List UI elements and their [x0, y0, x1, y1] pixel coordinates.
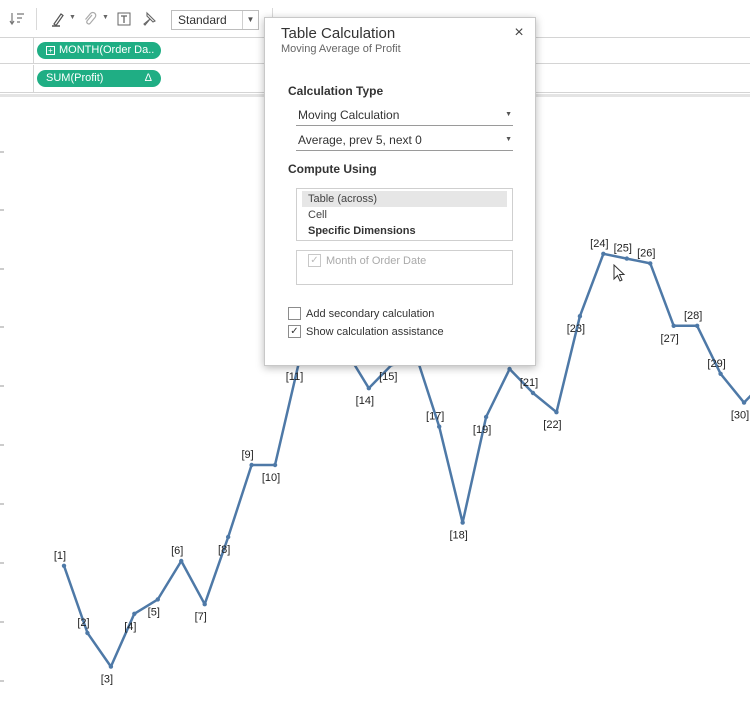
data-point[interactable]	[249, 462, 254, 468]
attachment-dropdown-icon[interactable]: ▼	[102, 14, 109, 21]
point-label: [1]	[54, 550, 66, 562]
point-label: [10]	[262, 472, 280, 484]
highlighter-dropdown-icon[interactable]: ▼	[69, 14, 76, 21]
fit-dropdown-value: Standard	[178, 13, 227, 27]
calculation-assistance-option[interactable]: ✓ Show calculation assistance	[288, 325, 444, 338]
data-point[interactable]	[648, 261, 653, 266]
point-label: [21]	[520, 377, 538, 389]
y-axis-tick-stubs	[0, 151, 4, 682]
point-label: [7]	[195, 611, 207, 623]
chevron-down-icon: ▼	[242, 11, 258, 29]
point-label: [18]	[449, 530, 467, 542]
calculation-type-heading: Calculation Type	[288, 84, 384, 98]
close-icon[interactable]: ×	[511, 25, 527, 41]
calculation-type-value: Moving Calculation	[298, 108, 400, 122]
data-point[interactable]	[366, 386, 372, 391]
point-label: [22]	[543, 419, 561, 431]
compute-using-heading: Compute Using	[288, 162, 377, 176]
chevron-down-icon: ▼	[505, 111, 512, 118]
data-point[interactable]	[85, 630, 90, 636]
secondary-calculation-label: Add secondary calculation	[306, 307, 435, 320]
data-point[interactable]	[437, 424, 442, 429]
dimension-list: ✓ Month of Order Date	[296, 250, 513, 285]
data-point[interactable]	[108, 664, 114, 669]
data-point[interactable]	[155, 597, 160, 602]
dialog-subtitle: Moving Average of Profit	[281, 43, 401, 55]
data-point[interactable]	[530, 390, 536, 396]
highlighter-icon[interactable]	[49, 10, 67, 28]
point-label: [26]	[637, 247, 655, 259]
dimension-row-month: ✓ Month of Order Date	[308, 254, 512, 267]
secondary-calculation-checkbox[interactable]	[288, 307, 301, 320]
point-label: [28]	[684, 310, 702, 322]
secondary-calculation-option[interactable]: Add secondary calculation	[288, 307, 434, 320]
data-point[interactable]	[225, 534, 231, 540]
point-label: [15]	[379, 371, 397, 383]
data-point[interactable]	[132, 611, 137, 616]
point-label: [25]	[614, 243, 632, 255]
table-calculation-dialog: Table Calculation Moving Average of Prof…	[264, 17, 536, 366]
sum-profit-pill-label: SUM(Profit)	[46, 72, 104, 84]
chevron-down-icon: ▼	[505, 136, 512, 143]
point-label: [6]	[171, 545, 183, 557]
calculation-assistance-checkbox[interactable]: ✓	[288, 325, 301, 338]
point-label: [27]	[661, 333, 679, 345]
mouse-pointer-icon	[613, 264, 626, 282]
text-label-icon[interactable]	[115, 10, 133, 28]
point-label: [8]	[218, 544, 230, 556]
data-point[interactable]	[460, 520, 465, 525]
rows-shelf-label	[0, 65, 34, 92]
point-label: [4]	[124, 621, 136, 633]
dialog-title: Table Calculation	[281, 25, 396, 42]
data-point[interactable]	[179, 558, 184, 564]
data-point[interactable]	[718, 371, 723, 376]
compute-option-table-across[interactable]: Table (across)	[302, 191, 507, 207]
data-point[interactable]	[601, 251, 606, 256]
data-point[interactable]	[577, 314, 583, 319]
point-label: [17]	[426, 411, 444, 423]
dimension-label: Month of Order Date	[326, 254, 427, 267]
data-point[interactable]	[507, 366, 512, 372]
toolbar-separator	[36, 8, 37, 30]
point-label: [11]	[286, 371, 304, 383]
calculation-summary-value: Average, prev 5, next 0	[298, 133, 422, 147]
columns-shelf-label	[0, 38, 34, 63]
attachment-icon[interactable]	[81, 10, 99, 28]
data-point[interactable]	[202, 602, 207, 607]
point-label: [30]	[731, 410, 749, 422]
month-order-date-pill-label: MONTH(Order Da..	[59, 44, 155, 56]
point-label: [29]	[707, 358, 725, 370]
data-point[interactable]	[624, 256, 629, 261]
compute-option-specific-dimensions[interactable]: Specific Dimensions	[302, 223, 507, 239]
sum-profit-pill[interactable]: SUM(Profit) Δ	[37, 70, 161, 87]
calculation-assistance-label: Show calculation assistance	[306, 325, 444, 338]
data-point[interactable]	[61, 563, 67, 568]
data-point[interactable]	[483, 414, 489, 420]
point-label: [14]	[356, 395, 374, 407]
data-point[interactable]	[272, 462, 278, 468]
point-label: [23]	[567, 323, 585, 335]
data-point[interactable]	[741, 400, 747, 405]
sort-icon[interactable]	[8, 10, 26, 28]
compute-option-cell[interactable]: Cell	[302, 207, 507, 223]
fit-dropdown[interactable]: Standard ▼	[171, 10, 259, 30]
dimension-checkbox: ✓	[308, 254, 321, 267]
point-label: [9]	[241, 449, 253, 461]
point-label: [3]	[101, 674, 113, 686]
point-label: [24]	[590, 238, 608, 250]
compute-using-list: Table (across) Cell Specific Dimensions	[296, 188, 513, 241]
month-order-date-pill[interactable]: + MONTH(Order Da..	[37, 42, 161, 59]
data-point[interactable]	[554, 410, 559, 415]
calculation-summary-dropdown[interactable]: Average, prev 5, next 0 ▼	[296, 131, 513, 151]
data-point[interactable]	[671, 323, 676, 328]
data-point[interactable]	[694, 323, 700, 328]
point-label: [19]	[473, 424, 491, 436]
point-label: [5]	[148, 606, 160, 618]
expand-icon[interactable]: +	[46, 46, 55, 55]
table-calc-delta-icon: Δ	[144, 72, 152, 84]
pin-icon[interactable]	[140, 10, 158, 28]
calculation-type-dropdown[interactable]: Moving Calculation ▼	[296, 106, 513, 126]
point-label: [2]	[77, 617, 89, 629]
